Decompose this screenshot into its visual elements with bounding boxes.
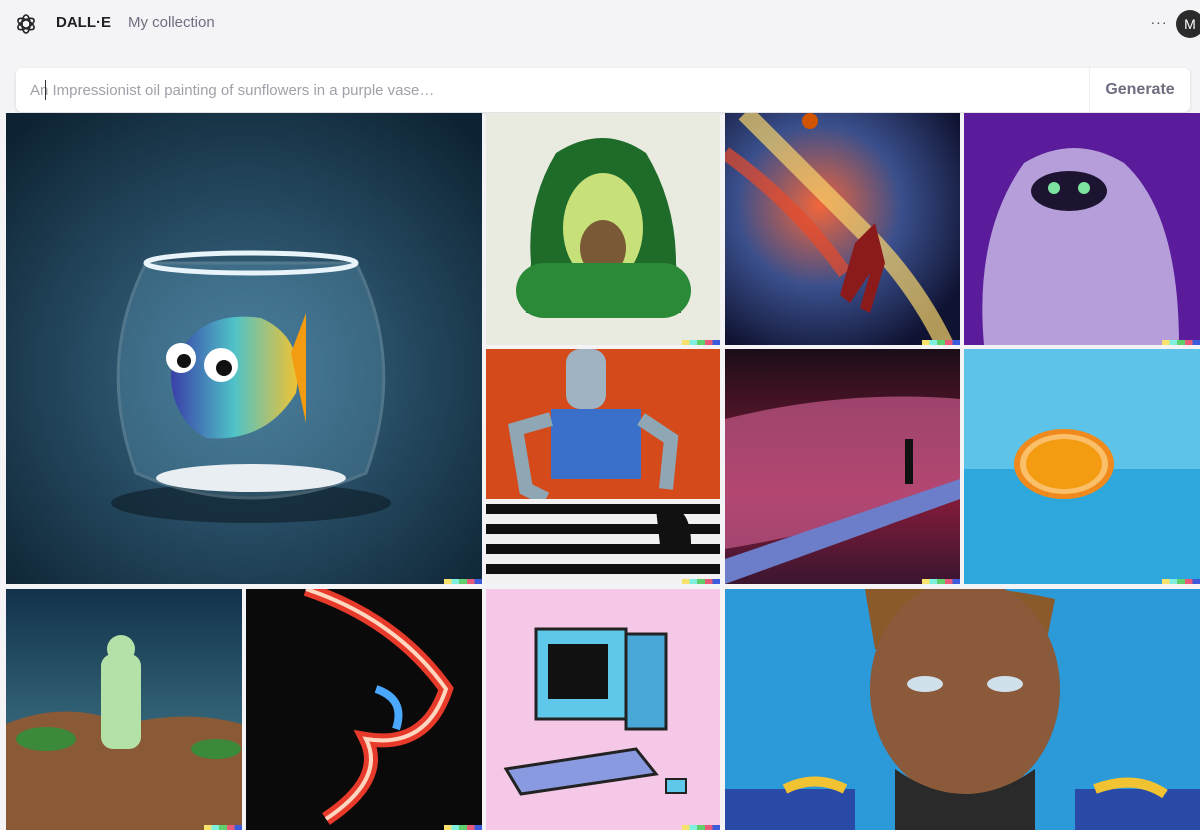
generate-button[interactable]: Generate (1089, 68, 1190, 112)
watermark-signature (682, 340, 720, 345)
gallery-item-orange[interactable] (964, 349, 1200, 584)
avatar[interactable]: M (1176, 10, 1200, 38)
retro-computer-image (486, 589, 720, 830)
prompt-bar: Generate (16, 68, 1190, 112)
gallery-item-avocado-chair[interactable] (486, 113, 720, 345)
astronaut-desert-image (6, 589, 242, 830)
orange-image (964, 349, 1200, 584)
figure-wave-image (725, 349, 960, 584)
gallery-item-retro-computer[interactable] (486, 589, 720, 830)
avocado-chair-image (486, 113, 720, 345)
fish-bowl-image (6, 113, 482, 584)
gallery-item-neon-face[interactable] (246, 589, 482, 830)
watermark-signature (922, 340, 960, 345)
watermark-signature (682, 825, 720, 830)
neon-face-image (246, 589, 482, 830)
prompt-input[interactable] (16, 68, 1089, 112)
my-collection-link[interactable]: My collection (128, 14, 215, 31)
gallery-item-figure-wave[interactable] (725, 349, 960, 584)
openai-logo-icon[interactable] (14, 12, 38, 36)
purple-monster-image (964, 113, 1200, 345)
watermark-signature (204, 825, 242, 830)
top-bar: DALL·E My collection ··· M (0, 0, 1200, 56)
gallery-item-portrait[interactable] (725, 589, 1200, 830)
robot-chess-image (486, 349, 720, 584)
portrait-image (725, 589, 1200, 830)
watermark-signature (1162, 579, 1200, 584)
watermark-signature (682, 579, 720, 584)
brand-title[interactable]: DALL·E (56, 14, 111, 31)
watermark-signature (444, 825, 482, 830)
watermark-signature (444, 579, 482, 584)
gallery-item-basketball-space[interactable] (725, 113, 960, 345)
watermark-signature (1162, 340, 1200, 345)
gallery-item-robot-chess[interactable] (486, 349, 720, 584)
gallery-item-fish-bowl[interactable] (6, 113, 482, 584)
gallery-item-purple-monster[interactable] (964, 113, 1200, 345)
text-caret (45, 80, 46, 100)
gallery-item-astronaut-desert[interactable] (6, 589, 242, 830)
more-options-icon[interactable]: ··· (1149, 12, 1169, 32)
basketball-space-image (725, 113, 960, 345)
watermark-signature (922, 579, 960, 584)
